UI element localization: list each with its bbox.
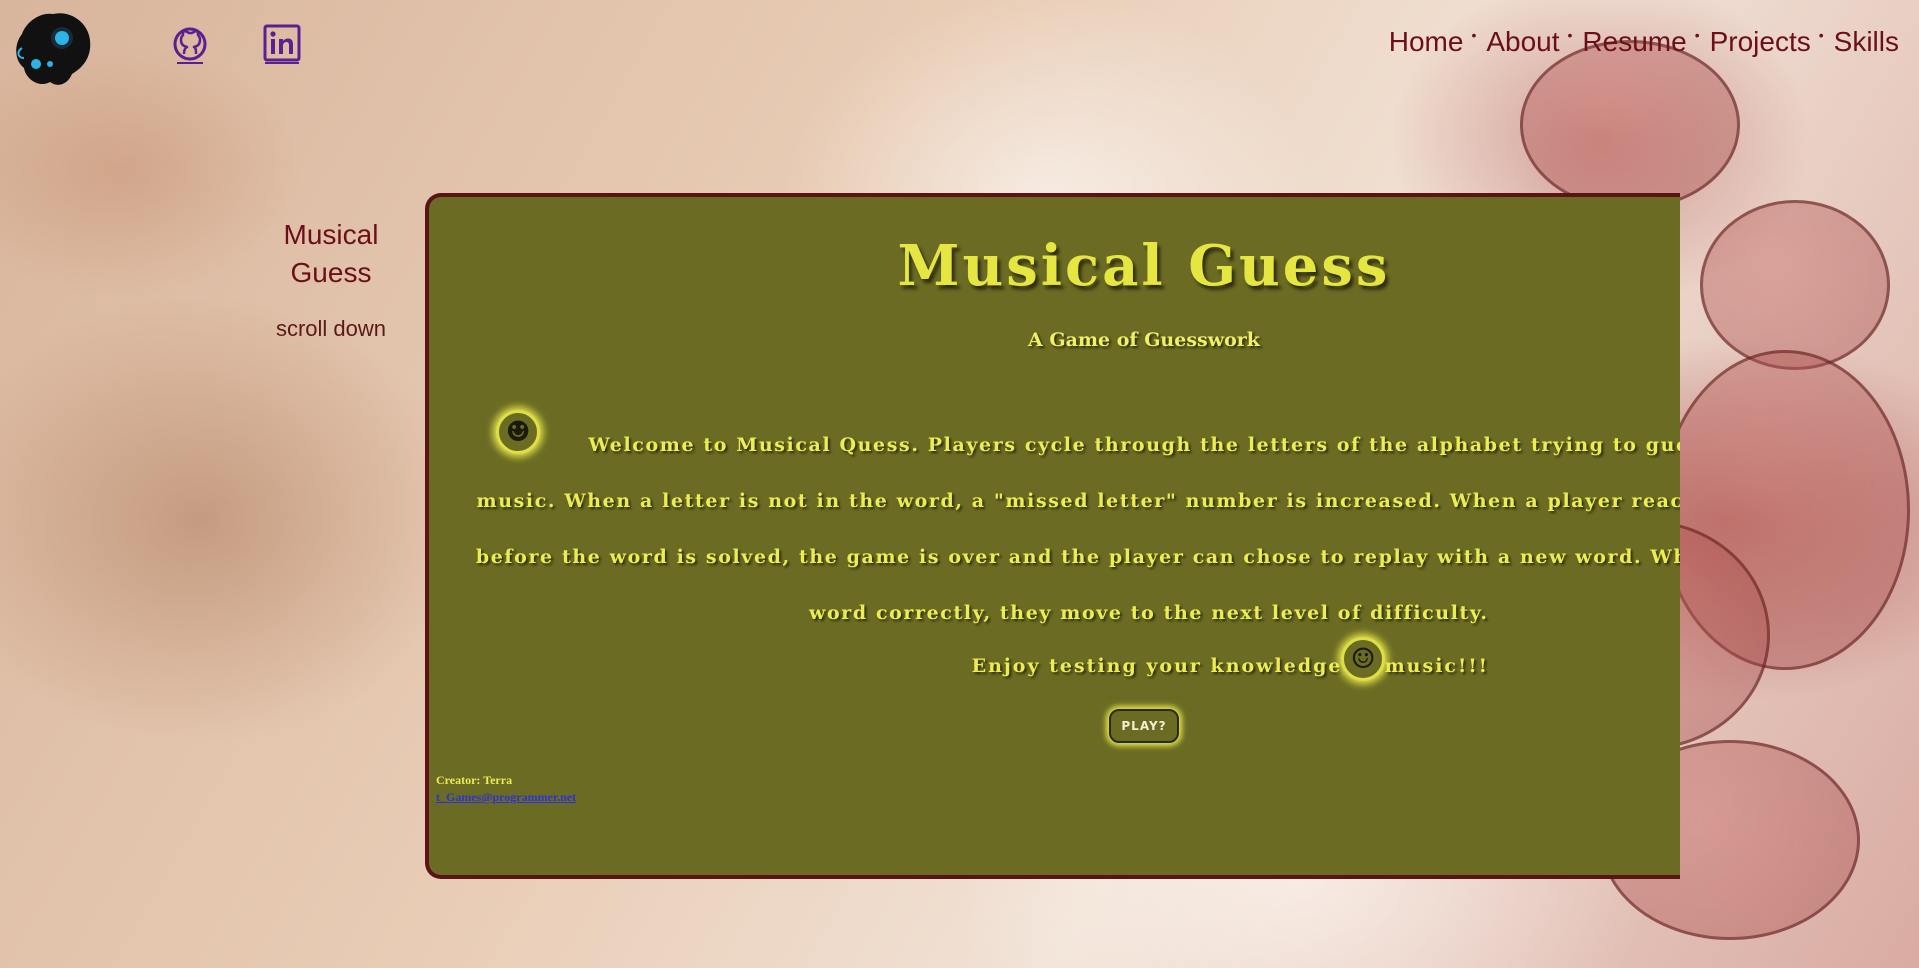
creator-credit: Creator: Terra [436,773,513,787]
linkedin-icon[interactable] [262,24,302,64]
game-subtitle: A Game of Guesswork [1028,329,1260,351]
nav-about[interactable]: About [1486,26,1559,58]
logo-icon[interactable] [12,8,94,90]
scroll-hint: scroll down [275,316,387,341]
project-title: Musical Guess [283,219,379,288]
nav-separator: • [1818,27,1824,43]
description-line: word correctly, they move to the next le… [809,602,1489,624]
nav-separator: • [1471,27,1477,43]
description-line: Welcome to Musical Quess. Players cycle … [588,434,1680,456]
nav-resume[interactable]: Resume [1582,26,1686,58]
nav-separator: • [1567,27,1573,43]
game-description: Welcome to Musical Quess. Players cycle … [449,417,1680,641]
background-flower [1660,350,1910,670]
enjoy-message: Enjoy testing your knowledge of music!!! [971,655,1489,677]
background-flower [1700,200,1890,370]
nav-separator: • [1694,27,1700,43]
description-line: before the word is solved, the game is o… [475,546,1680,568]
winking-face-icon: ☺ [1341,637,1385,681]
github-icon[interactable] [170,24,210,64]
game-title: Musical Guess [897,233,1391,299]
background-flower [1520,40,1740,210]
nav-home[interactable]: Home [1389,26,1464,58]
nav-skills[interactable]: Skills [1834,26,1899,58]
play-button[interactable]: PLAY? [1109,709,1179,743]
main-nav: Home • About • Resume • Projects • Skill… [1389,26,1899,58]
nav-projects[interactable]: Projects [1710,26,1811,58]
game-panel: Musical Guess A Game of Guesswork ☻ Welc… [425,193,1680,879]
description-line: music. When a letter is not in the word,… [476,490,1681,512]
creator-email-link[interactable]: t_Games@programmer.net [436,790,576,805]
